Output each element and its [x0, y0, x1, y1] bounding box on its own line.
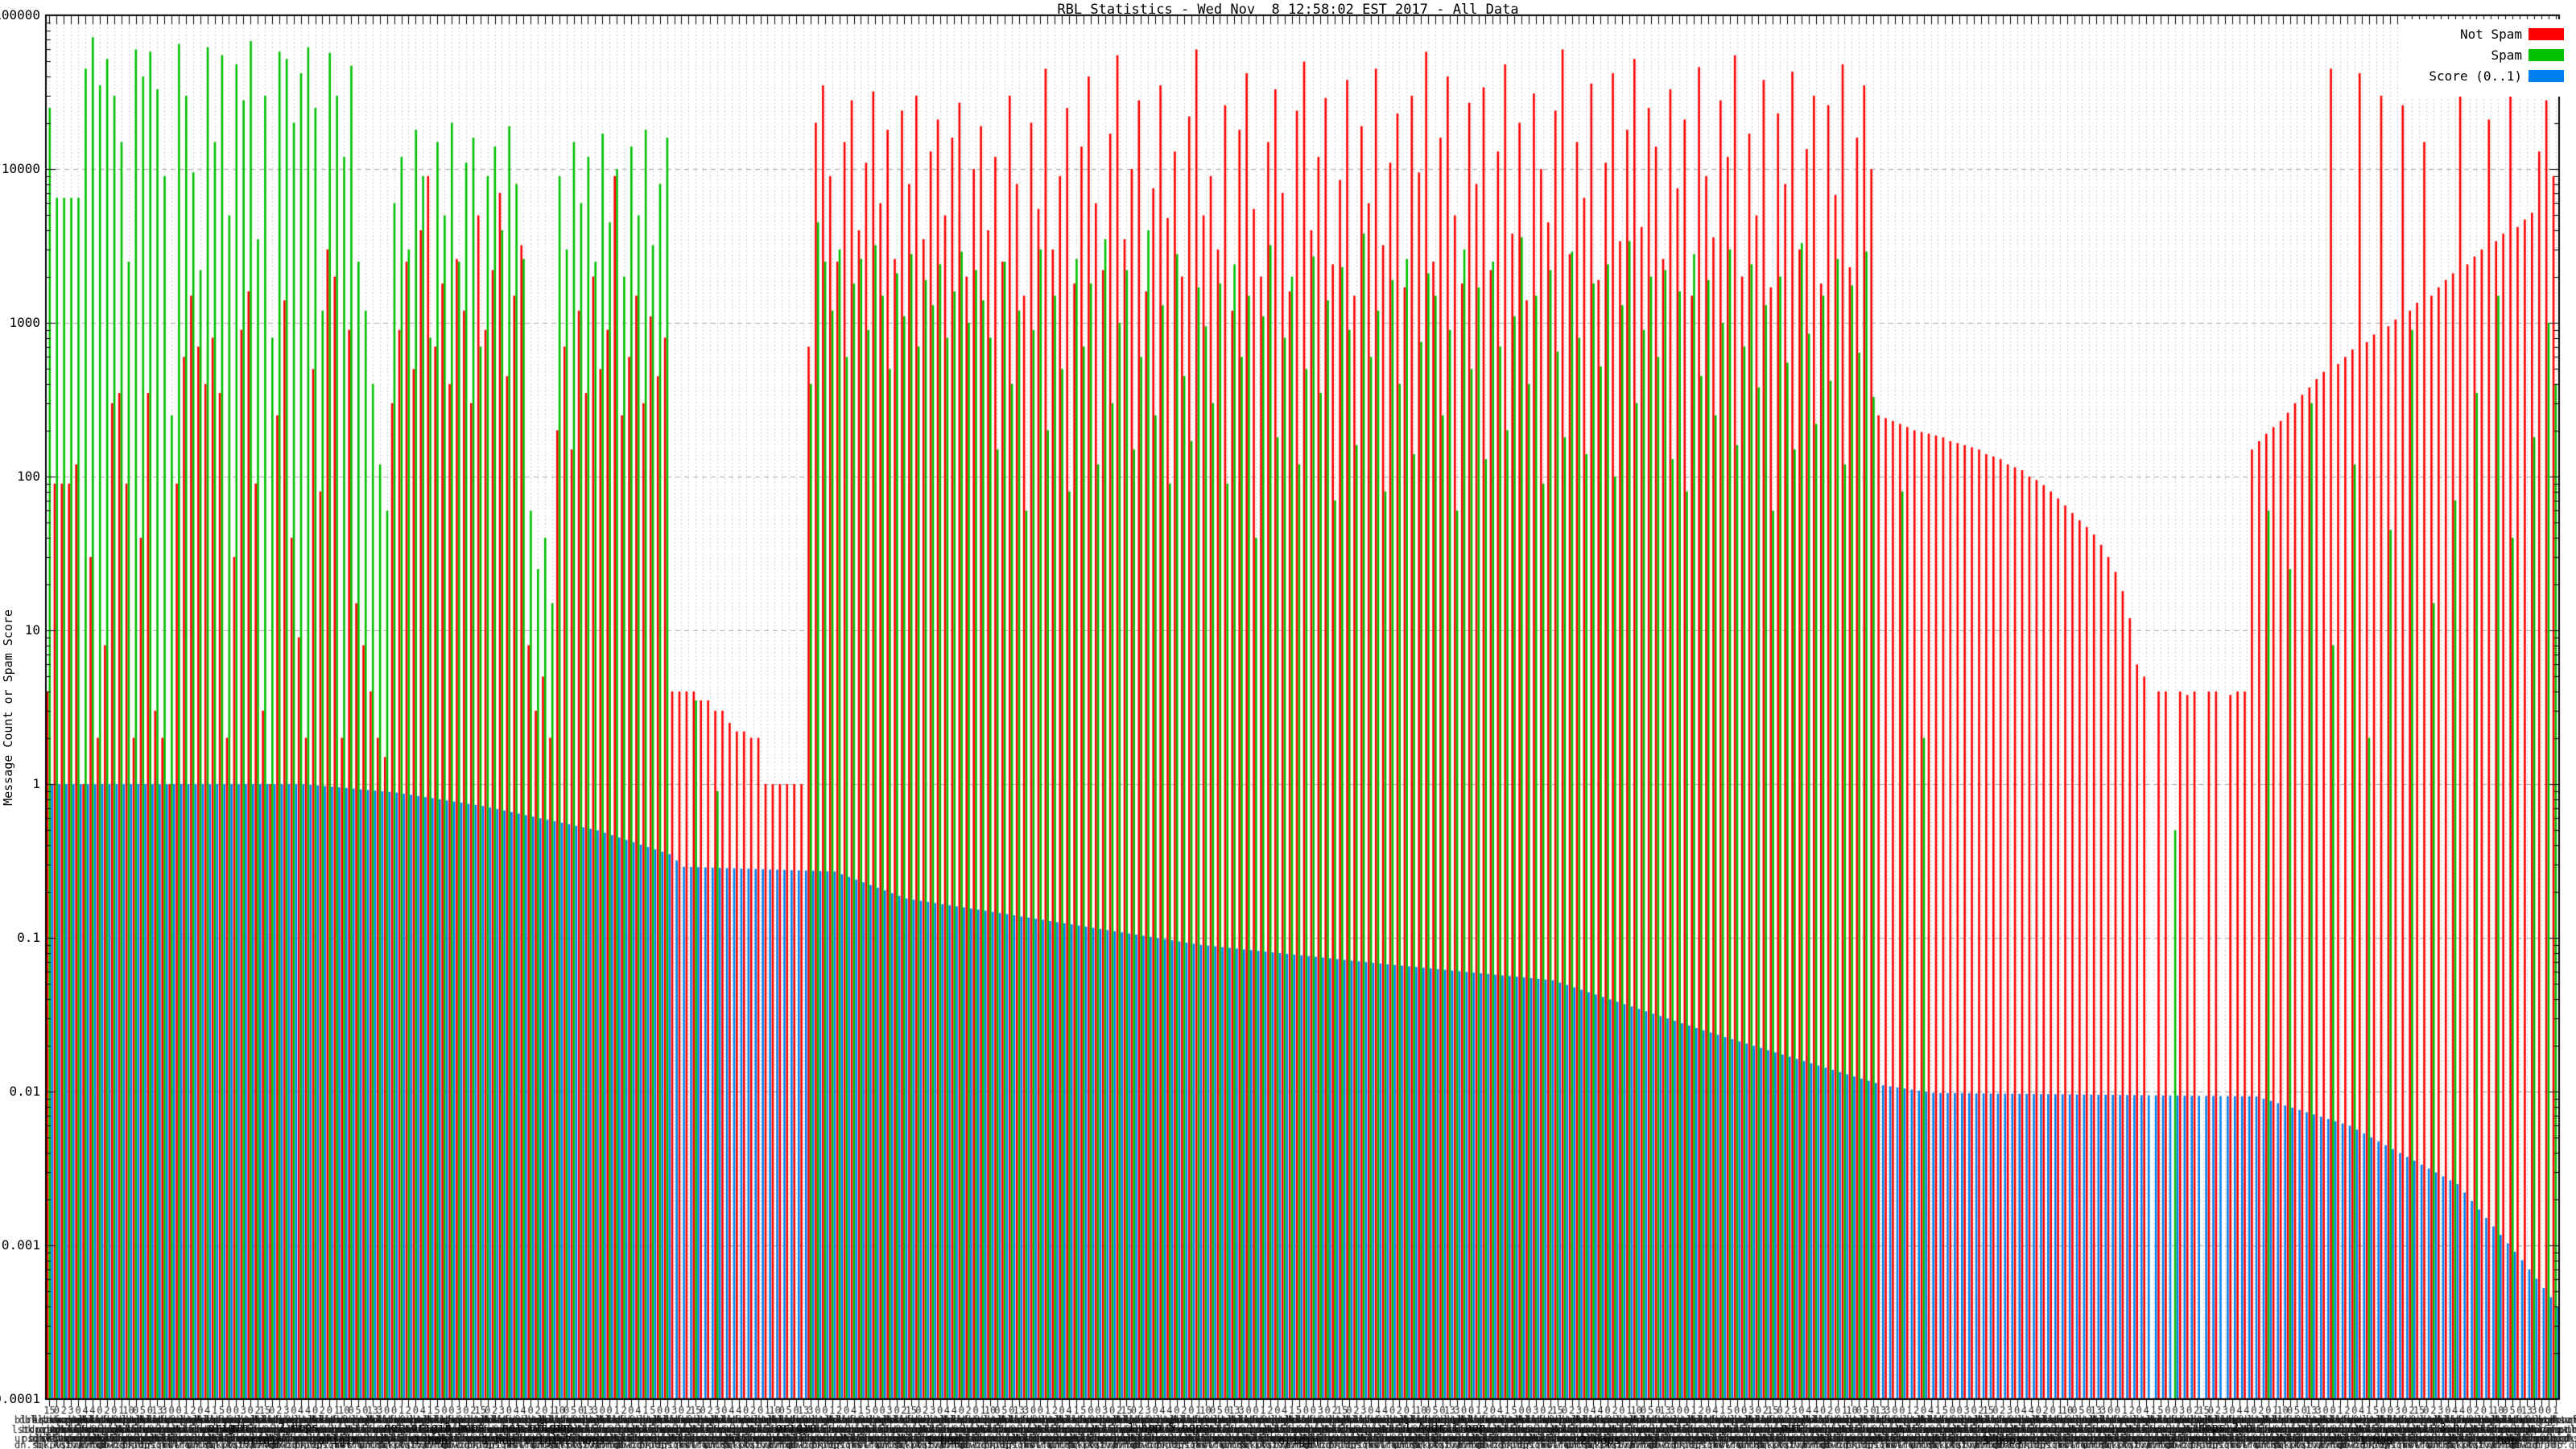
- chart-canvas: [0, 0, 2576, 1449]
- x-axis-fragment: 1 hop: [481, 1435, 516, 1447]
- x-axis-fragment: 3 hops: [1982, 1435, 2023, 1447]
- x-axis-fragment: origin: [524, 1435, 565, 1447]
- x-axis-fragment: 1 hop: [2359, 1435, 2393, 1447]
- x-axis-fragment: net origin: [383, 1422, 452, 1435]
- x-axis-fragment: 3 h: [2439, 1422, 2460, 1435]
- y-tick-label: 10: [24, 622, 40, 638]
- legend-item-spam: Spam: [2403, 47, 2564, 63]
- y-tick-label: 100000: [0, 7, 40, 23]
- y-tick-label: 0.01: [9, 1084, 40, 1099]
- x-axis-fragment: origin: [1278, 1435, 1319, 1447]
- x-axis-fragment: 1 hop 5 hops: [1127, 1422, 1209, 1435]
- y-tick-label: 0.0001: [0, 1391, 40, 1406]
- x-axis-fragment: origin: [242, 1435, 284, 1447]
- y-tick-label: 10000: [1, 161, 40, 176]
- y-tick-label: 0.1: [17, 930, 40, 945]
- x-axis-fragment: 2 hops: [278, 1422, 320, 1435]
- score-swatch: [2529, 69, 2564, 82]
- spam-swatch: [2529, 48, 2564, 61]
- x-axis-fragment: 2 hops: [564, 1435, 605, 1447]
- y-tick-label: 0.001: [1, 1237, 40, 1253]
- not-spam-swatch: [2529, 27, 2564, 40]
- x-axis-fragment: 2 hops: [1579, 1435, 1621, 1447]
- rbl-statistics-chart: RBL Statistics - Wed Nov 8 12:58:02 EST …: [0, 0, 2576, 1449]
- legend-label-not-spam: Not Spam: [2459, 26, 2522, 42]
- legend-item-score: Score (0..1): [2403, 68, 2564, 84]
- y-tick-label: 1: [32, 776, 40, 791]
- x-axis-fragment: 1 hop: [926, 1435, 961, 1447]
- x-axis-fragment: origin: [208, 1422, 249, 1435]
- x-axis-fragment: origin: [318, 1435, 359, 1447]
- y-axis-label: Message Count or Spam Score: [1, 609, 15, 806]
- x-axis-fragment: hop: [2497, 1435, 2518, 1447]
- legend-label-spam: Spam: [2491, 47, 2522, 63]
- y-tick-label: 100: [17, 469, 40, 484]
- x-axis-fragment: out: [1781, 1422, 1802, 1435]
- legend-item-not-spam: Not Spam: [2403, 26, 2564, 42]
- x-axis-fragment: 1 hop: [414, 1435, 448, 1447]
- y-tick-label: 1000: [9, 315, 40, 330]
- x-axis-fragment: origin: [775, 1422, 817, 1435]
- chart-title: RBL Statistics - Wed Nov 8 12:58:02 EST …: [1057, 2, 1519, 18]
- x-axis-fragment: hops 2 h: [2198, 1422, 2253, 1435]
- x-axis-fragment: 3 hops: [444, 1422, 485, 1435]
- legend: Not Spam Spam Score (0..1): [2403, 19, 2569, 97]
- legend-label-score: Score (0..1): [2429, 68, 2522, 84]
- x-axis-fragment: 1 hop: [539, 1422, 574, 1435]
- x-axis-fragment: 1 Addr 1 hop: [1404, 1422, 1486, 1435]
